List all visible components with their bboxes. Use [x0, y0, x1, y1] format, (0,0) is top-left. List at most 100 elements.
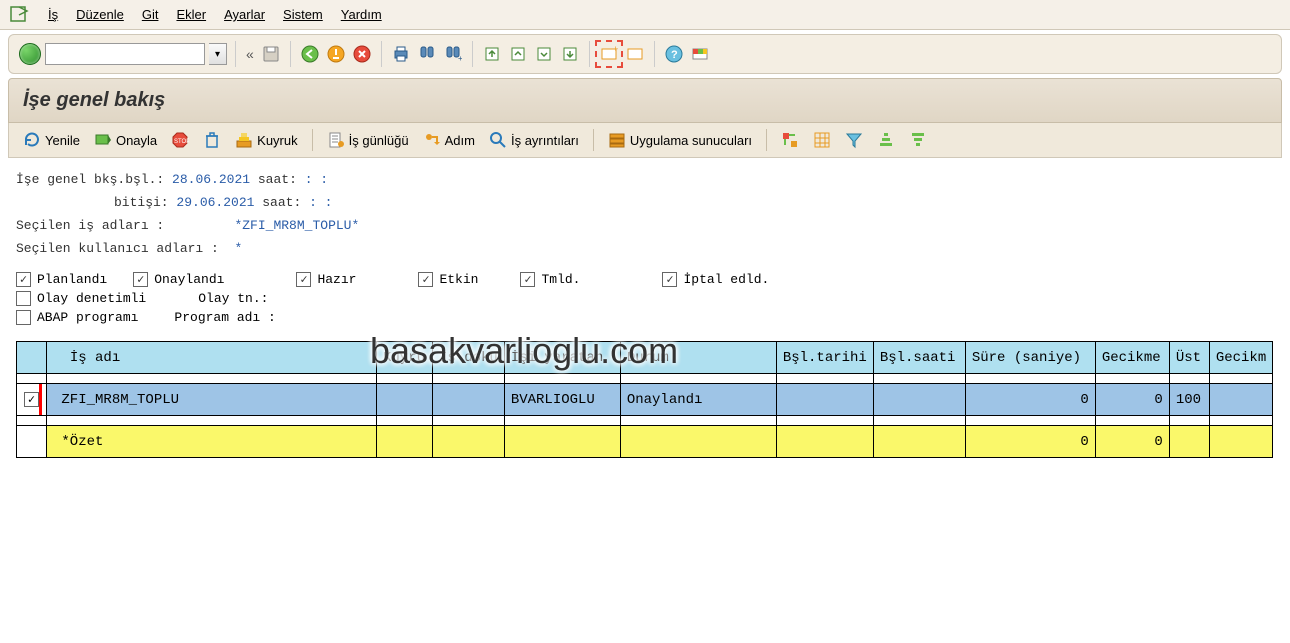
- back-icon[interactable]: [299, 43, 321, 65]
- menu-duzenle[interactable]: Düzenle: [76, 7, 124, 22]
- col-select[interactable]: [17, 342, 47, 374]
- col-starttime[interactable]: Bşl.saati: [873, 342, 965, 374]
- next-page-icon[interactable]: [533, 43, 555, 65]
- menu-is[interactable]: İş: [48, 7, 58, 22]
- table-header-row: İş adı Kuyru İş dokü İşi yaratan Durum B…: [17, 342, 1273, 374]
- col-startdate[interactable]: Bşl.tarihi: [776, 342, 873, 374]
- cancelled-checkbox[interactable]: [662, 272, 677, 287]
- separator: [312, 129, 313, 151]
- back-chevron[interactable]: «: [244, 46, 256, 62]
- event-label: Olay denetimli: [37, 291, 146, 306]
- col-doc[interactable]: İş dokü: [433, 342, 505, 374]
- command-field[interactable]: [45, 43, 205, 65]
- col-jobname[interactable]: İş adı: [47, 342, 377, 374]
- col-queue[interactable]: Kuyru: [377, 342, 433, 374]
- menu-sistem[interactable]: Sistem: [283, 7, 323, 22]
- col-parent[interactable]: Üst: [1169, 342, 1209, 374]
- exit-icon[interactable]: [325, 43, 347, 65]
- separator: [589, 41, 590, 67]
- customize-icon[interactable]: [689, 43, 711, 65]
- svg-text:+: +: [458, 54, 462, 63]
- menu-yardim[interactable]: Yardım: [341, 7, 382, 22]
- planned-checkbox[interactable]: [16, 272, 31, 287]
- event-checkbox[interactable]: [16, 291, 31, 306]
- step-button[interactable]: Adım: [423, 131, 475, 149]
- active-checkbox[interactable]: [418, 272, 433, 287]
- col-creator[interactable]: İşi yaratan: [504, 342, 620, 374]
- sort-asc-icon[interactable]: [877, 131, 895, 149]
- table-row[interactable]: ZFI_MR8M_TOPLU BVARLIOGLU Onaylandı 0 0 …: [17, 384, 1273, 416]
- filter-row-1: Planlandı Onaylandı Hazır Etkin Tmld. İp…: [0, 270, 1290, 289]
- info-jobnames-label: Seçilen iş adları :: [16, 218, 164, 233]
- info-jobnames-value: *ZFI_MR8M_TOPLU*: [234, 218, 359, 233]
- stop-button[interactable]: STOP: [171, 131, 189, 149]
- info-usernames-label: Seçilen kullanıcı adları :: [16, 241, 219, 256]
- find-next-icon[interactable]: +: [442, 43, 464, 65]
- last-page-icon[interactable]: [559, 43, 581, 65]
- event-tn-label: Olay tn.:: [198, 291, 268, 306]
- completed-label: Tmld.: [541, 272, 580, 287]
- separator: [472, 41, 473, 67]
- info-start-label: İşe genel bkş.bşl.:: [16, 172, 164, 187]
- delete-button[interactable]: [203, 131, 221, 149]
- cell-doc: [433, 384, 505, 416]
- page-title: İşe genel bakış: [8, 78, 1282, 123]
- abap-checkbox[interactable]: [16, 310, 31, 325]
- planned-label: Planlandı: [37, 272, 107, 287]
- ready-checkbox[interactable]: [296, 272, 311, 287]
- separator: [766, 129, 767, 151]
- find-icon[interactable]: [416, 43, 438, 65]
- first-page-icon[interactable]: [481, 43, 503, 65]
- cell-startdate: [776, 384, 873, 416]
- menu-ayarlar[interactable]: Ayarlar: [224, 7, 265, 22]
- info-end-label: bitişi:: [114, 195, 169, 210]
- ready-label: Hazır: [317, 272, 356, 287]
- info-end-date: 29.06.2021: [176, 195, 254, 210]
- servers-button[interactable]: Uygulama sunucuları: [608, 131, 752, 149]
- app-menu-icon[interactable]: [8, 4, 30, 26]
- enter-button[interactable]: [19, 43, 41, 65]
- col-delay2[interactable]: Gecikm: [1209, 342, 1272, 374]
- separator: [235, 41, 236, 67]
- separator: [290, 41, 291, 67]
- sort-desc-icon[interactable]: [909, 131, 927, 149]
- details-button[interactable]: İş ayrıntıları: [489, 131, 579, 149]
- cell-delay2: [1209, 384, 1272, 416]
- new-session-icon[interactable]: +: [598, 43, 620, 65]
- cell-creator: BVARLIOGLU: [504, 384, 620, 416]
- menu-ekler[interactable]: Ekler: [176, 7, 206, 22]
- refresh-button[interactable]: Yenile: [23, 131, 80, 149]
- info-end-time: : :: [309, 195, 332, 210]
- queue-button[interactable]: Kuyruk: [235, 131, 297, 149]
- cell-delay: 0: [1095, 384, 1169, 416]
- info-end-time-label: saat:: [262, 195, 301, 210]
- approve-button[interactable]: Onayla: [94, 131, 157, 149]
- info-start-time: : :: [305, 172, 328, 187]
- svg-text:+: +: [613, 45, 618, 54]
- col-duration[interactable]: Süre (saniye): [965, 342, 1095, 374]
- info-start-date: 28.06.2021: [172, 172, 250, 187]
- cell-parent: 100: [1169, 384, 1209, 416]
- print-icon[interactable]: [390, 43, 412, 65]
- joblog-button[interactable]: İş günlüğü: [327, 131, 409, 149]
- cell-queue: [377, 384, 433, 416]
- prev-page-icon[interactable]: [507, 43, 529, 65]
- menu-git[interactable]: Git: [142, 7, 159, 22]
- row-select-checkbox[interactable]: [24, 392, 39, 407]
- command-dropdown[interactable]: ▾: [209, 43, 227, 65]
- row-select-cell[interactable]: [17, 384, 47, 416]
- completed-checkbox[interactable]: [520, 272, 535, 287]
- col-status[interactable]: Durum: [620, 342, 776, 374]
- svg-text:STOP: STOP: [174, 139, 189, 145]
- info-start-time-label: saat:: [258, 172, 297, 187]
- cancel-icon[interactable]: [351, 43, 373, 65]
- save-icon[interactable]: [260, 43, 282, 65]
- filter-icon[interactable]: [845, 131, 863, 149]
- approved-checkbox[interactable]: [133, 272, 148, 287]
- grid-icon[interactable]: [813, 131, 831, 149]
- layout-icon[interactable]: [624, 43, 646, 65]
- tool-icon-1[interactable]: [781, 131, 799, 149]
- help-icon[interactable]: ?: [663, 43, 685, 65]
- info-usernames-value: *: [234, 241, 242, 256]
- col-delay[interactable]: Gecikme: [1095, 342, 1169, 374]
